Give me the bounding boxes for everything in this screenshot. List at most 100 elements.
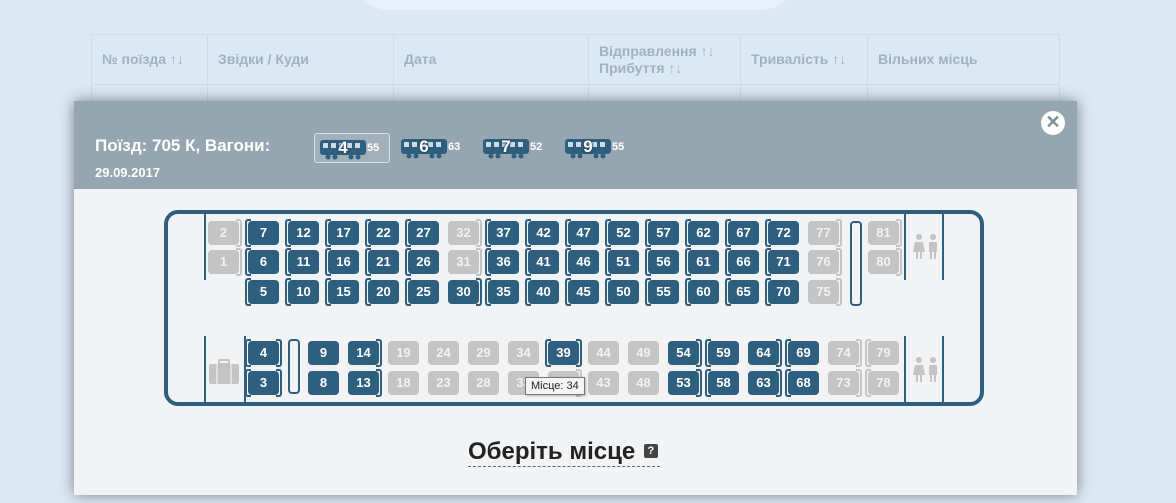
seat-30[interactable]: 30 — [448, 278, 482, 306]
wagon-tab-6[interactable]: 6 63 — [396, 133, 472, 163]
seat-7[interactable]: 7 — [245, 219, 279, 247]
modal-header: Поїзд: 705 К, Вагони: 29.09.2017 4 55 6 … — [74, 101, 1077, 189]
col-departure[interactable]: Відправлення ↑↓ — [599, 43, 715, 59]
toilet-icon — [913, 234, 937, 259]
seat-19: 19 — [388, 341, 419, 365]
seat-17[interactable]: 17 — [325, 219, 359, 247]
wagon-number: 4 — [338, 138, 348, 157]
seat-20[interactable]: 20 — [365, 278, 399, 306]
wagon-number: 7 — [501, 137, 511, 156]
seat-15[interactable]: 15 — [325, 278, 359, 306]
seat-66[interactable]: 66 — [725, 248, 759, 276]
seat-72[interactable]: 72 — [765, 219, 799, 247]
seat-62[interactable]: 62 — [685, 219, 719, 247]
seat-54[interactable]: 54 — [668, 339, 702, 367]
seat-57[interactable]: 57 — [645, 219, 679, 247]
seat-34: 34 — [508, 341, 539, 365]
seat-55[interactable]: 55 — [645, 278, 679, 306]
seat-47[interactable]: 47 — [565, 219, 599, 247]
seat-26[interactable]: 26 — [405, 248, 439, 276]
seat-63[interactable]: 63 — [748, 369, 782, 397]
seat-50[interactable]: 50 — [605, 278, 639, 306]
seat-23: 23 — [428, 371, 459, 395]
wagon-tab-4[interactable]: 4 55 — [314, 133, 390, 163]
seat-81: 81 — [868, 219, 902, 247]
seat-73: 73 — [828, 369, 862, 397]
col-arrival[interactable]: Прибуття ↑↓ — [599, 60, 682, 76]
col-date: Дата — [393, 34, 589, 85]
seat-21[interactable]: 21 — [365, 248, 399, 276]
seat-31: 31 — [448, 248, 482, 276]
seat-28: 28 — [468, 371, 499, 395]
wagon-tab-9[interactable]: 9 55 — [560, 133, 636, 163]
seat-6[interactable]: 6 — [245, 248, 279, 276]
seat-24: 24 — [428, 341, 459, 365]
seat-13[interactable]: 13 — [348, 369, 382, 397]
seat-25[interactable]: 25 — [405, 278, 439, 306]
seat-41[interactable]: 41 — [525, 248, 559, 276]
seat-42[interactable]: 42 — [525, 219, 559, 247]
seat-51[interactable]: 51 — [605, 248, 639, 276]
col-train-number[interactable]: № поїзда ↑↓ — [91, 34, 208, 85]
seat-3[interactable]: 3 — [245, 369, 282, 397]
seat-69[interactable]: 69 — [785, 339, 819, 367]
col-departure-arrival[interactable]: Відправлення ↑↓ Прибуття ↑↓ — [588, 34, 741, 85]
choose-seat-label: Оберіть місце — [468, 438, 636, 465]
seat-35[interactable]: 35 — [485, 278, 519, 306]
luggage-icon — [209, 359, 239, 384]
seat-5[interactable]: 5 — [245, 278, 279, 306]
seat-37[interactable]: 37 — [485, 219, 519, 247]
seat-68[interactable]: 68 — [785, 369, 819, 397]
train-title: Поїзд: 705 К, Вагони: — [95, 136, 271, 155]
seat-64[interactable]: 64 — [748, 339, 782, 367]
help-icon[interactable]: ? — [643, 443, 658, 458]
seat-65[interactable]: 65 — [725, 278, 759, 306]
seat-11[interactable]: 11 — [285, 248, 319, 276]
seat-71[interactable]: 71 — [765, 248, 799, 276]
seat-80: 80 — [868, 248, 902, 276]
wagon-free-count: 63 — [448, 141, 461, 153]
seat-49: 49 — [628, 341, 659, 365]
seat-61[interactable]: 61 — [685, 248, 719, 276]
seat-59[interactable]: 59 — [705, 339, 739, 367]
seat-75: 75 — [808, 278, 842, 306]
seat-18: 18 — [388, 371, 419, 395]
train-date: 29.09.2017 — [95, 165, 161, 180]
seat-tooltip: Місце: 34 — [525, 377, 585, 395]
seat-56[interactable]: 56 — [645, 248, 679, 276]
seat-67[interactable]: 67 — [725, 219, 759, 247]
wagon-free-count: 55 — [612, 141, 625, 153]
partition-wall — [204, 214, 206, 280]
corridor-bar — [850, 221, 862, 306]
seat-22[interactable]: 22 — [365, 219, 399, 247]
seat-45[interactable]: 45 — [565, 278, 599, 306]
seat-53[interactable]: 53 — [668, 369, 702, 397]
seat-4[interactable]: 4 — [245, 339, 282, 367]
seat-40[interactable]: 40 — [525, 278, 559, 306]
seat-36[interactable]: 36 — [485, 248, 519, 276]
close-button[interactable]: ✕ — [1041, 111, 1065, 135]
seat-14[interactable]: 14 — [348, 339, 382, 367]
seat-44: 44 — [588, 341, 619, 365]
seat-58[interactable]: 58 — [705, 369, 739, 397]
seat-10[interactable]: 10 — [285, 278, 319, 306]
wagon-tab-7[interactable]: 7 52 — [478, 133, 554, 163]
seat-16[interactable]: 16 — [325, 248, 359, 276]
seat-12[interactable]: 12 — [285, 219, 319, 247]
col-free-seats: Вільних місць — [867, 34, 1060, 85]
seat-8[interactable]: 8 — [308, 371, 339, 395]
col-from-to: Звідки / Куди — [207, 34, 394, 85]
seat-70[interactable]: 70 — [765, 278, 799, 306]
seat-9[interactable]: 9 — [308, 341, 339, 365]
toilet-icon — [913, 357, 937, 382]
seat-77: 77 — [808, 219, 842, 247]
partition-wall — [904, 214, 906, 280]
seat-27[interactable]: 27 — [405, 219, 439, 247]
seat-60[interactable]: 60 — [685, 278, 719, 306]
partition-wall — [942, 214, 944, 280]
table-header-row: № поїзда ↑↓ Звідки / Куди Дата Відправле… — [91, 34, 1060, 85]
seat-46[interactable]: 46 — [565, 248, 599, 276]
col-duration[interactable]: Тривалість ↑↓ — [740, 34, 868, 85]
seat-39[interactable]: 39 — [545, 339, 582, 367]
seat-52[interactable]: 52 — [605, 219, 639, 247]
